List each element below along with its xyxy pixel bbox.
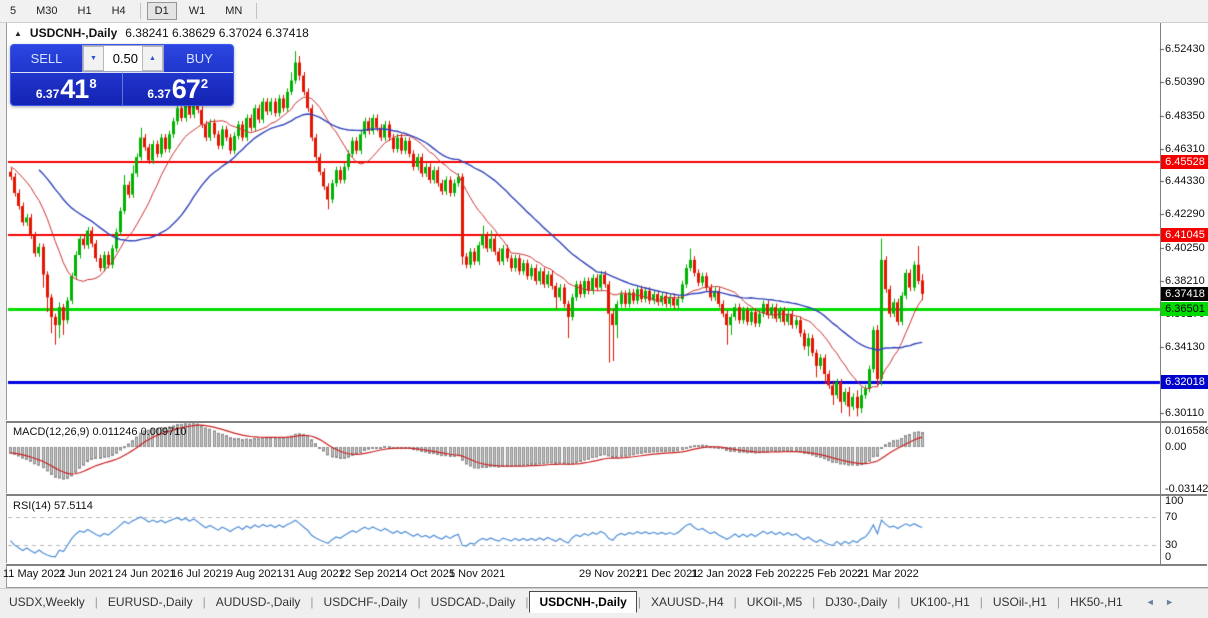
tab-separator: | <box>525 595 528 609</box>
timeframe-button-h4[interactable]: H4 <box>104 2 134 20</box>
buy-button[interactable]: BUY <box>164 45 234 72</box>
tab-xauusd-h4[interactable]: XAUUSD-,H4 <box>642 592 733 612</box>
tab-usdx-weekly[interactable]: USDX,Weekly <box>0 592 94 612</box>
collapse-triangle-icon[interactable]: ▲ <box>14 29 22 38</box>
lot-decrease-button[interactable]: ▼ <box>83 46 104 71</box>
tab-usdchf-daily[interactable]: USDCHF-,Daily <box>315 592 417 612</box>
tab-separator: | <box>734 595 737 609</box>
sell-price-pips: 41 <box>60 76 88 103</box>
buy-price-point: 2 <box>201 76 208 91</box>
tab-separator: | <box>95 595 98 609</box>
symbol-period-label: USDCNH-,Daily <box>30 26 117 40</box>
tab-uk100-h1[interactable]: UK100-,H1 <box>901 592 978 612</box>
symbol-tab-bar: USDX,Weekly|EURUSD-,Daily|AUDUSD-,Daily|… <box>0 588 1208 615</box>
ohlc-values: 6.38241 6.38629 6.37024 6.37418 <box>125 26 309 40</box>
lot-size-control: ▼ ▲ <box>82 45 164 72</box>
tab-usoil-h1[interactable]: USOil-,H1 <box>984 592 1056 612</box>
tab-separator: | <box>638 595 641 609</box>
tab-separator: | <box>203 595 206 609</box>
tab-separator: | <box>418 595 421 609</box>
lot-size-input[interactable] <box>104 46 142 71</box>
buy-price-pips: 67 <box>172 76 200 103</box>
trade-widget-top-row: SELL ▼ ▲ BUY <box>11 45 233 72</box>
timeframe-button-5[interactable]: 5 <box>2 2 24 20</box>
tab-usdcnh-daily[interactable]: USDCNH-,Daily <box>529 591 636 613</box>
tab-audusd-daily[interactable]: AUDUSD-,Daily <box>207 592 310 612</box>
tab-separator: | <box>980 595 983 609</box>
tab-usdcad-daily[interactable]: USDCAD-,Daily <box>422 592 525 612</box>
tab-scroll-arrows[interactable]: ◄ ► <box>1146 597 1178 607</box>
sell-price-prefix: 6.37 <box>36 87 59 101</box>
buy-price-prefix: 6.37 <box>147 87 170 101</box>
tab-eurusd-daily[interactable]: EURUSD-,Daily <box>99 592 202 612</box>
one-click-trade-widget: SELL ▼ ▲ BUY 6.37 41 8 6.37 67 2 <box>10 44 234 106</box>
chart-header: ▲ USDCNH-,Daily 6.38241 6.38629 6.37024 … <box>14 26 309 40</box>
tab-hk50-h1[interactable]: HK50-,H1 <box>1061 592 1132 612</box>
tab-separator: | <box>1057 595 1060 609</box>
tab-separator: | <box>812 595 815 609</box>
trade-widget-price-row: 6.37 41 8 6.37 67 2 <box>11 72 233 105</box>
sell-price-box[interactable]: 6.37 41 8 <box>11 72 122 105</box>
sell-price-point: 8 <box>89 76 96 91</box>
tab-dj30-daily[interactable]: DJ30-,Daily <box>816 592 896 612</box>
toolbar-separator <box>140 3 141 19</box>
timeframe-button-w1[interactable]: W1 <box>181 2 214 20</box>
timeframe-button-mn[interactable]: MN <box>217 2 250 20</box>
buy-price-box[interactable]: 6.37 67 2 <box>122 72 234 105</box>
timeframe-toolbar: 5M30 H1H4 D1W1MN <box>0 0 1208 23</box>
tab-ukoil-m5[interactable]: UKOil-,M5 <box>738 592 811 612</box>
tab-separator: | <box>310 595 313 609</box>
timeframe-button-d1[interactable]: D1 <box>147 2 177 20</box>
timeframe-button-h1[interactable]: H1 <box>70 2 100 20</box>
tab-separator: | <box>897 595 900 609</box>
lot-increase-button[interactable]: ▲ <box>142 46 163 71</box>
timeframe-button-m30[interactable]: M30 <box>28 2 65 20</box>
sell-button[interactable]: SELL <box>11 45 82 72</box>
toolbar-separator <box>256 3 257 19</box>
